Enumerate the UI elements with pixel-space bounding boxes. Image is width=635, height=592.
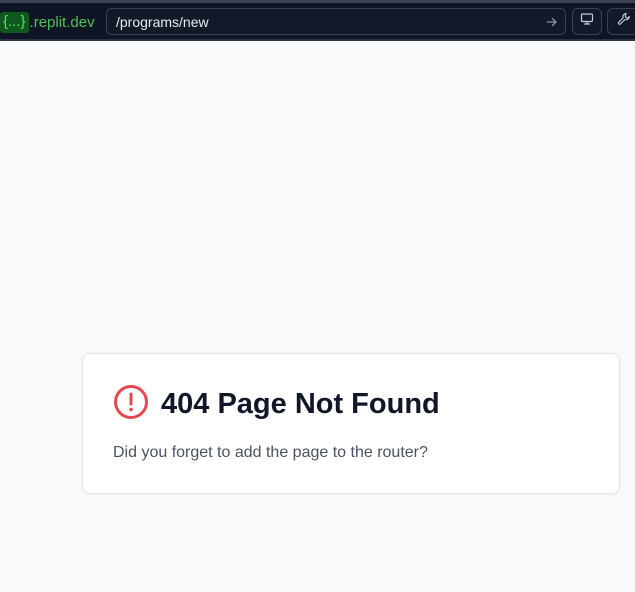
page-title: 404 Page Not Found (161, 388, 440, 420)
alert-circle-icon (113, 384, 149, 425)
monitor-icon (580, 12, 594, 31)
arrow-right-icon[interactable] (539, 16, 565, 28)
error-message: Did you forget to add the page to the ro… (113, 444, 428, 461)
wrench-icon (617, 12, 631, 31)
devtools-button[interactable] (607, 8, 635, 35)
dev-domain-label[interactable]: {...} .replit.dev (0, 11, 95, 33)
url-bar[interactable]: /programs/new (106, 8, 566, 35)
domain-suffix: .replit.dev (29, 13, 95, 31)
not-found-card: 404 Page Not Found Did you forget to add… (82, 353, 620, 494)
webview-toolbar: {...} .replit.dev /programs/new (0, 3, 635, 41)
domain-token: {...} (0, 11, 29, 33)
device-preview-button[interactable] (572, 8, 602, 35)
card-header: 404 Page Not Found (113, 384, 440, 425)
url-path-input[interactable]: /programs/new (107, 14, 539, 30)
